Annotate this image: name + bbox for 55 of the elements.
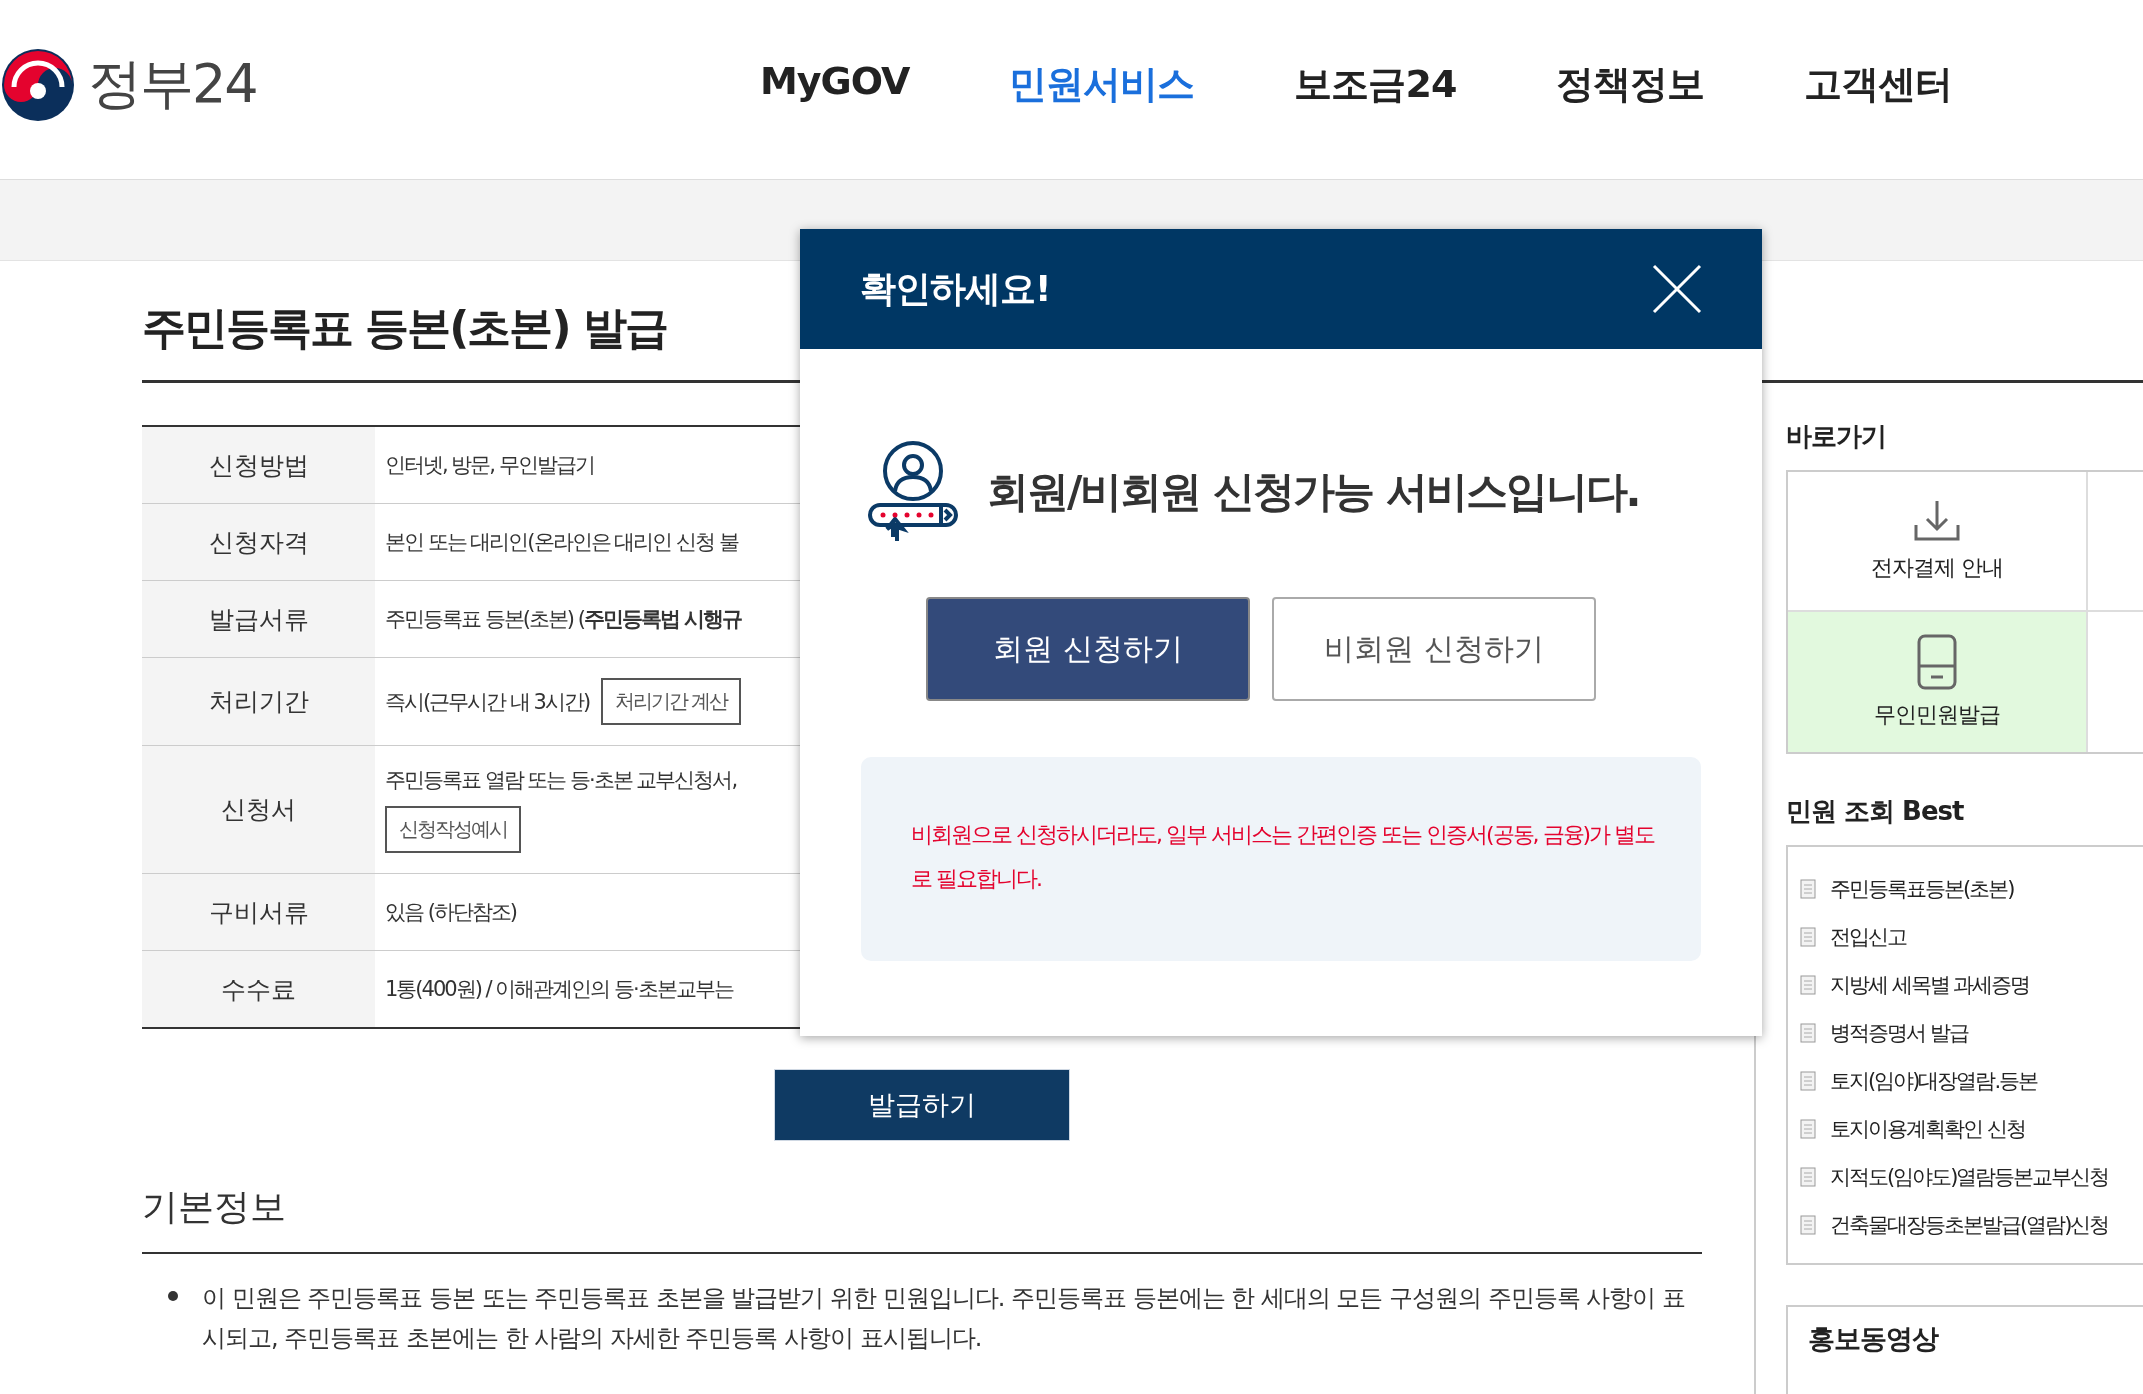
nav-tab[interactable]: 민원서비스 [1009, 59, 1195, 110]
table-cell-text: 본인 또는 대리인(온라인은 대리인 신청 불 [385, 529, 738, 556]
table-cell-text: 즉시(근무시간 내 3시간) [385, 688, 590, 716]
best-link[interactable]: 지방세 세목별 과세증명 [1830, 971, 2030, 999]
nav-tab[interactable]: MyGOV [760, 59, 910, 110]
dialog-message: 회원/비회원 신청가능 서비스입니다. [987, 466, 1640, 518]
table-cell-text: 주민등록표 등본(초본) (주민등록법 시행규 [385, 606, 742, 633]
best-link[interactable]: 지적도(임야도)열람등본교부신청 [1830, 1163, 2109, 1191]
document-icon [1800, 1167, 1816, 1187]
sidebar-heading: 민원 조회 Best [1786, 795, 1965, 828]
row-header: 구비서류 [142, 874, 375, 950]
row-header: 신청방법 [142, 427, 375, 503]
document-icon [1800, 1215, 1816, 1235]
table-cell-text: 인터넷, 방문, 무인발급기 [385, 452, 594, 479]
section-title: 기본정보 [142, 1183, 1702, 1254]
row-header: 수수료 [142, 951, 375, 1027]
sidebar-heading: 바로가기 [1786, 420, 1887, 453]
document-icon [1800, 927, 1816, 947]
best-link[interactable]: 토지이용계획확인 신청 [1830, 1115, 2025, 1143]
document-icon [1800, 1119, 1816, 1139]
issue-button[interactable]: 발급하기 [774, 1069, 1070, 1141]
row-header: 처리기간 [142, 658, 375, 745]
shortcut-tile[interactable]: 무인민원발급 [1788, 612, 2088, 752]
notice-text: 비회원으로 신청하시더라도, 일부 서비스는 간편인증 또는 인증서(공동, 금융)가 별도로 필요합니다. [911, 821, 1656, 893]
kiosk-icon [1917, 634, 1957, 690]
best-link[interactable]: 병적증명서 발급 [1830, 1019, 1968, 1047]
best-link[interactable]: 전입신고 [1830, 923, 1906, 951]
nav-tab[interactable]: 보조금24 [1294, 59, 1457, 110]
row-header: 신청서 [142, 746, 375, 873]
row-header: 신청자격 [142, 504, 375, 580]
download-icon [1913, 499, 1961, 543]
best-link[interactable]: 토지(임야)대장열람.등본 [1830, 1067, 2038, 1095]
table-cell-text: 1통(400원) / 이해관계인의 등·초본교부는 [385, 976, 733, 1003]
description-text: 이 민원은 주민등록표 등본 또는 주민등록표 초본을 발급받기 위한 민원입니다. 주민등록표 등본에는 한 세대의 모든 구성원의 주민등록 사항이 표시되고, 주민등록표 초본에는 한 사람의 자세한 주민등록 사항이 표시됩니다. [202, 1283, 1686, 1354]
calculation-button[interactable]: 처리기간 계산 [601, 678, 742, 725]
page-title: 주민등록표 등본(초본) 발급 [142, 301, 668, 355]
document-icon [1800, 1071, 1816, 1091]
dialog-title: 확인하세요! [860, 266, 1051, 311]
document-icon [1800, 879, 1816, 899]
document-icon [1800, 975, 1816, 995]
example-button[interactable]: 신청작성예시 [385, 806, 521, 853]
guest-apply-button[interactable]: 비회원 신청하기 [1272, 597, 1596, 701]
member-apply-button[interactable]: 회원 신청하기 [926, 597, 1250, 701]
close-icon[interactable] [1652, 264, 1702, 314]
row-header: 발급서류 [142, 581, 375, 657]
table-cell-text: 있음 (하단참조) [385, 899, 517, 926]
best-link[interactable]: 건축물대장등초본발급(열람)신청 [1830, 1211, 2109, 1239]
document-icon [1800, 1023, 1816, 1043]
logo-text[interactable]: 정부24 [88, 48, 257, 121]
table-cell-text: 주민등록표 열람 또는 등·초본 교부신청서, [385, 767, 737, 794]
nav-tab[interactable]: 정책정보 [1556, 59, 1705, 110]
nav-tab[interactable]: 고객센터 [1804, 59, 1953, 110]
best-link[interactable]: 주민등록표등본(초본) [1830, 875, 2014, 903]
video-heading: 홍보동영상 [1808, 1322, 1940, 1356]
bullet-icon [168, 1291, 178, 1301]
